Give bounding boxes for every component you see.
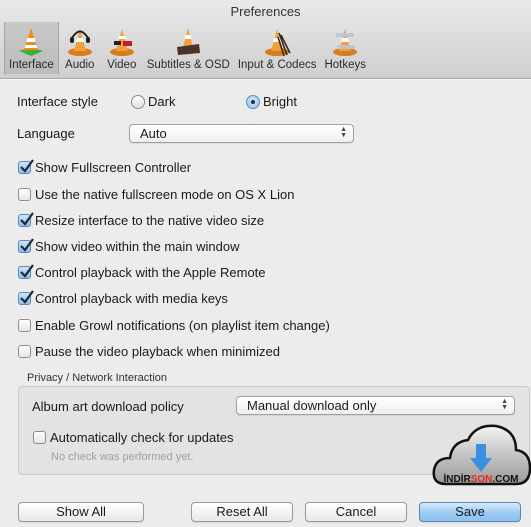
checkbox-label: Show video within the main window: [35, 239, 240, 254]
svg-text:İNDİRSON.COM: İNDİRSON.COM: [443, 472, 518, 485]
checkbox-label: Use the native fullscreen mode on OS X L…: [35, 187, 295, 202]
checkbox-apple-remote[interactable]: Control playback with the Apple Remote: [18, 264, 266, 280]
checkbox[interactable]: [18, 345, 31, 358]
checkbox-label: Control playback with media keys: [35, 291, 228, 306]
checkbox[interactable]: [33, 431, 46, 444]
checkbox-label: Resize interface to the native video siz…: [35, 213, 265, 228]
checkbox[interactable]: [18, 238, 34, 253]
tab-subtitles-osd[interactable]: Subtitles & OSD: [143, 22, 234, 74]
checkbox-show-video-main-window[interactable]: Show video within the main window: [18, 238, 240, 254]
checkbox[interactable]: [18, 212, 34, 227]
checkbox-label: Automatically check for updates: [50, 430, 234, 445]
indirson-watermark-cloud-icon: İNDİRSON.COM: [432, 424, 531, 486]
checkbox-auto-update[interactable]: Automatically check for updates: [33, 430, 234, 445]
interface-style-label: Interface style: [17, 94, 98, 109]
window-title: Preferences: [230, 4, 301, 19]
checkmark-icon: [20, 212, 34, 226]
language-select[interactable]: Auto ▲ ▼: [129, 124, 354, 143]
album-art-select[interactable]: Manual download only ▲ ▼: [236, 396, 515, 415]
checkmark-icon: [20, 264, 34, 278]
tab-input-codecs[interactable]: Input & Codecs: [234, 22, 321, 74]
checkbox-growl-notifications[interactable]: Enable Growl notifications (on playlist …: [18, 318, 330, 333]
checkbox-native-fullscreen[interactable]: Use the native fullscreen mode on OS X L…: [18, 187, 294, 202]
checkbox-label: Enable Growl notifications (on playlist …: [35, 318, 330, 333]
updown-arrows-icon: ▲ ▼: [340, 126, 347, 139]
vlc-cone-keyboard-icon: [333, 29, 358, 56]
vlc-cone-clapper-icon: [177, 28, 201, 55]
tab-label: Interface: [9, 59, 54, 71]
watermark-text-a: İNDİR: [443, 472, 471, 485]
save-button[interactable]: Save: [419, 502, 521, 522]
tab-hotkeys[interactable]: Hotkeys: [320, 22, 370, 74]
checkbox-label: Control playback with the Apple Remote: [35, 265, 266, 280]
checkbox-label: Pause the video playback when minimized: [35, 344, 280, 359]
album-art-label: Album art download policy: [32, 399, 184, 414]
language-label: Language: [17, 126, 75, 141]
language-value: Auto: [140, 126, 167, 141]
vlc-cone-glasses-icon: [109, 29, 134, 56]
tab-video[interactable]: Video: [101, 22, 143, 74]
checkbox[interactable]: [18, 264, 34, 279]
tab-label: Audio: [65, 59, 95, 71]
vlc-cone-interface-icon: [19, 28, 44, 56]
checkbox-show-fullscreen-controller[interactable]: Show Fullscreen Controller: [18, 159, 192, 175]
watermark-text-c: .COM: [492, 474, 518, 485]
tab-interface[interactable]: Interface: [4, 22, 59, 74]
tab-label: Hotkeys: [324, 59, 367, 71]
vlc-cone-cables-icon: [265, 29, 291, 57]
tab-label: Subtitles & OSD: [146, 59, 230, 71]
checkmark-icon: [20, 290, 34, 304]
checkbox[interactable]: [18, 188, 31, 201]
checkbox[interactable]: [18, 319, 31, 332]
checkbox[interactable]: [18, 159, 34, 174]
tab-label: Input & Codecs: [237, 59, 317, 71]
radio-dark[interactable]: Dark: [131, 94, 175, 109]
album-art-value: Manual download only: [247, 398, 377, 413]
checkbox-resize-interface[interactable]: Resize interface to the native video siz…: [18, 212, 265, 228]
checkbox[interactable]: [18, 290, 34, 305]
cancel-button[interactable]: Cancel: [305, 502, 407, 522]
checkbox-pause-when-minimized[interactable]: Pause the video playback when minimized: [18, 344, 280, 359]
tab-audio[interactable]: Audio: [59, 22, 101, 74]
checkbox-label: Show Fullscreen Controller: [35, 160, 192, 175]
radio-button[interactable]: [131, 94, 145, 109]
radio-label: Bright: [263, 94, 297, 109]
radio-bright[interactable]: Bright: [246, 94, 297, 109]
window-toolbar: Preferences Interface Audio Video Subtit…: [0, 0, 531, 79]
checkmark-icon: [20, 159, 34, 173]
update-status-text: No check was performed yet.: [51, 451, 194, 463]
checkbox-media-keys[interactable]: Control playback with media keys: [18, 290, 228, 306]
updown-arrows-icon: ▲ ▼: [501, 398, 508, 411]
radio-label: Dark: [148, 94, 176, 109]
checkmark-icon: [20, 238, 34, 252]
preference-tabs: Interface Audio Video Subtitles & OSD In…: [4, 22, 370, 74]
tab-label: Video: [107, 59, 137, 71]
reset-all-button[interactable]: Reset All: [191, 502, 293, 522]
show-all-button[interactable]: Show All: [18, 502, 144, 522]
radio-button[interactable]: [246, 94, 260, 109]
watermark-text-b: SON: [471, 474, 493, 485]
privacy-group-label: Privacy / Network Interaction: [27, 372, 167, 384]
vlc-cone-headphones-icon: [67, 29, 92, 56]
